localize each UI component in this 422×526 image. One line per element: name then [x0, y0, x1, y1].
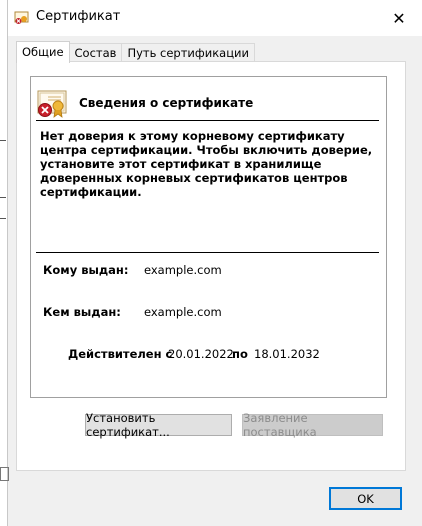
title-bar: Сертификат ✕ — [8, 0, 422, 36]
tab-certification-path[interactable]: Путь сертификации — [121, 43, 255, 62]
issued-by-label: Кем выдан: — [43, 305, 121, 319]
divider-bottom — [36, 252, 379, 253]
issued-by-value: example.com — [144, 305, 222, 319]
background-window-edge — [0, 0, 9, 526]
valid-to-label: по — [232, 347, 248, 361]
valid-from-label: Действителен с — [68, 347, 173, 361]
certificate-warning-icon — [14, 11, 29, 24]
install-certificate-button[interactable]: Установить сертификат... — [85, 411, 232, 439]
trust-warning-text: Нет доверия к этому корневому сертификат… — [40, 129, 373, 199]
valid-from-value: 20.01.2022 — [168, 347, 234, 361]
issuer-statement-button[interactable]: Заявление поставщика — [242, 411, 383, 439]
close-button[interactable]: ✕ — [376, 0, 422, 36]
valid-to-value: 18.01.2032 — [254, 347, 320, 361]
issued-to-label: Кому выдан: — [43, 263, 129, 277]
info-title: Сведения о сертификате — [79, 96, 254, 110]
tab-general[interactable]: Общие — [16, 41, 70, 63]
close-icon: ✕ — [392, 8, 406, 28]
issued-to-value: example.com — [144, 263, 222, 277]
ok-button[interactable]: OK — [329, 487, 402, 510]
tab-strip: Общие Состав Путь сертификации — [16, 41, 255, 63]
tab-details[interactable]: Состав — [68, 43, 123, 62]
certificate-dialog: Сертификат ✕ Общие Состав Путь сертифика… — [0, 0, 422, 526]
certificate-error-icon — [37, 90, 67, 118]
divider-top — [36, 120, 379, 121]
window-title: Сертификат — [36, 9, 121, 24]
